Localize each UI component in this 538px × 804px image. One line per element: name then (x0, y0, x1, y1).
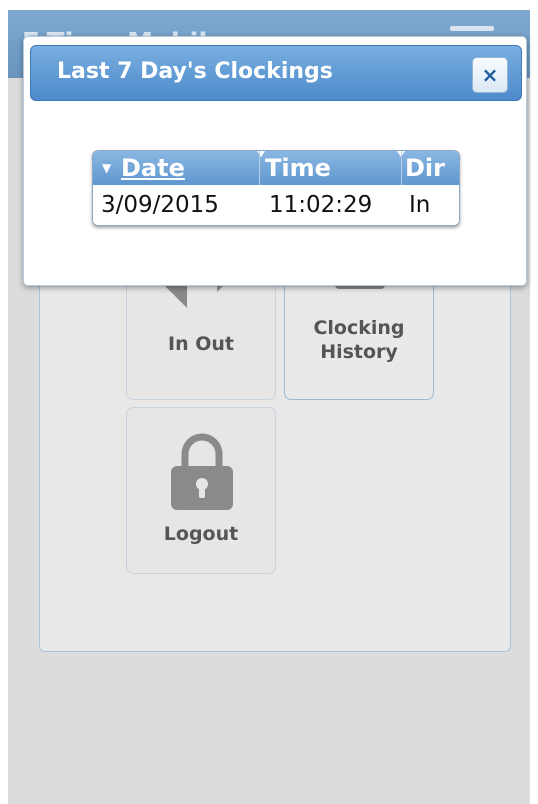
clockings-table: ▼ Date Time Dir 3/09/2015 11:02:29 In (92, 150, 460, 226)
lock-icon (171, 433, 233, 510)
dialog-titlebar[interactable]: Last 7 Day's Clockings × (30, 45, 522, 101)
sort-desc-icon: ▼ (102, 161, 112, 175)
logout-label: Logout (163, 523, 239, 545)
cell-date: 3/09/2015 (101, 192, 219, 218)
column-header-time[interactable]: Time (265, 151, 331, 185)
column-header-date[interactable]: Date (121, 151, 185, 185)
clocking-history-label-line2: History (320, 341, 398, 363)
in-out-label: In Out (168, 333, 234, 355)
table-header: ▼ Date Time Dir (93, 151, 459, 185)
dialog-title: Last 7 Day's Clockings (57, 59, 333, 84)
logout-tile[interactable]: Logout (126, 407, 276, 574)
cell-time: 11:02:29 (269, 192, 373, 218)
close-icon: × (481, 63, 499, 87)
close-button[interactable]: × (472, 57, 508, 93)
clocking-history-label-line1: Clocking (313, 317, 405, 339)
table-row[interactable]: 3/09/2015 11:02:29 In (93, 185, 459, 225)
cell-dir: In (409, 192, 431, 218)
column-header-dir[interactable]: Dir (405, 151, 445, 185)
clockings-dialog: Last 7 Day's Clockings × ▼ Date Time Dir… (23, 36, 527, 286)
menu-panel: In Out Clocking History Logout (39, 233, 511, 652)
